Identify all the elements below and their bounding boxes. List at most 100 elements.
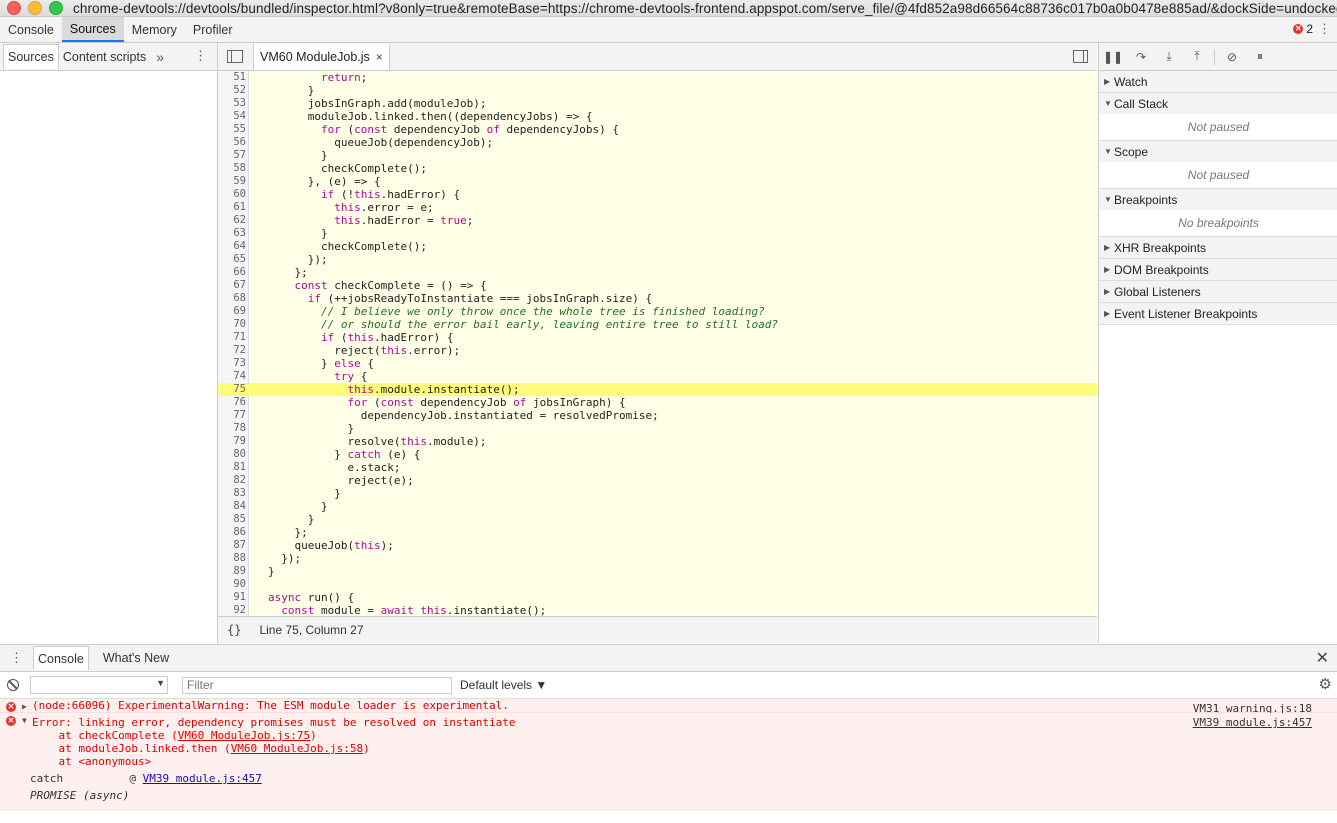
- line-number[interactable]: 75: [218, 383, 246, 396]
- code-line[interactable]: 76 for (const dependencyJob of jobsInGra…: [218, 396, 1097, 409]
- code-line[interactable]: 74 try {: [218, 370, 1097, 383]
- line-number[interactable]: 88: [218, 552, 246, 565]
- pane-header[interactable]: ▶ Global Listeners: [1099, 281, 1337, 302]
- line-number[interactable]: 86: [218, 526, 246, 539]
- tab-drawer-console[interactable]: Console: [33, 646, 89, 670]
- close-drawer-icon[interactable]: ✕: [1316, 648, 1329, 668]
- toggle-debugger-icon[interactable]: [1073, 50, 1088, 63]
- code-line[interactable]: 71 if (this.hadError) {: [218, 331, 1097, 344]
- code-line[interactable]: 80 } catch (e) {: [218, 448, 1097, 461]
- line-number[interactable]: 90: [218, 578, 246, 591]
- message-source-link[interactable]: VM39 module.js:457: [1193, 716, 1312, 729]
- line-number[interactable]: 52: [218, 84, 246, 97]
- line-number[interactable]: 51: [218, 71, 246, 84]
- log-levels-dropdown[interactable]: Default levels ▼: [460, 678, 547, 692]
- filter-input[interactable]: [182, 676, 452, 694]
- tab-navigator-sources[interactable]: Sources: [3, 44, 59, 69]
- pretty-print-button[interactable]: {}: [227, 623, 241, 637]
- code-line[interactable]: 60 if (!this.hadError) {: [218, 188, 1097, 201]
- step-into-icon[interactable]: ⤓: [1155, 43, 1183, 70]
- line-number[interactable]: 83: [218, 487, 246, 500]
- code-line[interactable]: 65 });: [218, 253, 1097, 266]
- line-number[interactable]: 63: [218, 227, 246, 240]
- line-number[interactable]: 55: [218, 123, 246, 136]
- minimize-window-button[interactable]: [28, 1, 42, 15]
- line-number[interactable]: 87: [218, 539, 246, 552]
- step-over-icon[interactable]: ↷: [1127, 43, 1155, 70]
- deactivate-breakpoints-icon[interactable]: ⊘: [1218, 43, 1246, 70]
- line-number[interactable]: 81: [218, 461, 246, 474]
- code-line[interactable]: 90: [218, 578, 1097, 591]
- line-number[interactable]: 62: [218, 214, 246, 227]
- pane-header[interactable]: ▶ DOM Breakpoints: [1099, 259, 1337, 280]
- close-tab-icon[interactable]: ×: [376, 50, 383, 64]
- context-selector[interactable]: [30, 676, 168, 694]
- catch-source-link[interactable]: VM39 module.js:457: [143, 772, 262, 785]
- line-number[interactable]: 56: [218, 136, 246, 149]
- line-number[interactable]: 78: [218, 422, 246, 435]
- clear-console-icon[interactable]: [7, 679, 19, 691]
- tab-profiler[interactable]: Profiler: [185, 17, 241, 42]
- code-line[interactable]: 53 jobsInGraph.add(moduleJob);: [218, 97, 1097, 110]
- code-line[interactable]: 67 const checkComplete = () => {: [218, 279, 1097, 292]
- code-line[interactable]: 52 }: [218, 84, 1097, 97]
- code-line[interactable]: 75 this.module.instantiate();: [218, 383, 1097, 396]
- code-line[interactable]: 59 }, (e) => {: [218, 175, 1097, 188]
- code-line[interactable]: 86 };: [218, 526, 1097, 539]
- line-number[interactable]: 73: [218, 357, 246, 370]
- line-number[interactable]: 70: [218, 318, 246, 331]
- code-line[interactable]: 78 }: [218, 422, 1097, 435]
- line-number[interactable]: 57: [218, 149, 246, 162]
- pane-header[interactable]: ▶ Watch: [1099, 71, 1337, 92]
- code-line[interactable]: 73 } else {: [218, 357, 1097, 370]
- line-number[interactable]: 68: [218, 292, 246, 305]
- code-line[interactable]: 66 };: [218, 266, 1097, 279]
- line-number[interactable]: 84: [218, 500, 246, 513]
- line-number[interactable]: 76: [218, 396, 246, 409]
- line-number[interactable]: 66: [218, 266, 246, 279]
- code-line[interactable]: 56 queueJob(dependencyJob);: [218, 136, 1097, 149]
- pane-header[interactable]: ▼ Breakpoints: [1099, 189, 1337, 210]
- code-line[interactable]: 54 moduleJob.linked.then((dependencyJobs…: [218, 110, 1097, 123]
- line-number[interactable]: 59: [218, 175, 246, 188]
- code-line[interactable]: 72 reject(this.error);: [218, 344, 1097, 357]
- more-menu-icon[interactable]: ⋮: [1318, 21, 1331, 37]
- tab-console[interactable]: Console: [0, 17, 62, 42]
- close-window-button[interactable]: [7, 1, 21, 15]
- code-line[interactable]: 64 checkComplete();: [218, 240, 1097, 253]
- line-number[interactable]: 91: [218, 591, 246, 604]
- navigator-menu-icon[interactable]: ⋮: [194, 48, 207, 64]
- code-area[interactable]: 51 return; 52 } 53 jobsInGraph.add(moduleJ…: [218, 71, 1097, 616]
- line-number[interactable]: 74: [218, 370, 246, 383]
- code-line[interactable]: 82 reject(e);: [218, 474, 1097, 487]
- line-number[interactable]: 82: [218, 474, 246, 487]
- collapse-arrow-icon[interactable]: ▼: [22, 716, 27, 725]
- code-line[interactable]: 81 e.stack;: [218, 461, 1097, 474]
- editor-file-tab[interactable]: VM60 ModuleJob.js ×: [253, 43, 390, 70]
- line-number[interactable]: 67: [218, 279, 246, 292]
- line-number[interactable]: 53: [218, 97, 246, 110]
- code-line[interactable]: 70 // or should the error bail early, le…: [218, 318, 1097, 331]
- tab-whats-new[interactable]: What's New: [99, 646, 173, 671]
- line-number[interactable]: 58: [218, 162, 246, 175]
- code-line[interactable]: 61 this.error = e;: [218, 201, 1097, 214]
- error-counter[interactable]: ✕ 2: [1293, 22, 1313, 36]
- pane-header[interactable]: ▶ XHR Breakpoints: [1099, 237, 1337, 258]
- line-number[interactable]: 54: [218, 110, 246, 123]
- code-line[interactable]: 58 checkComplete();: [218, 162, 1097, 175]
- line-number[interactable]: 72: [218, 344, 246, 357]
- code-line[interactable]: 92 const module = await this.instantiate…: [218, 604, 1097, 616]
- code-line[interactable]: 89}: [218, 565, 1097, 578]
- pause-on-exceptions-icon[interactable]: ⏸: [1246, 43, 1274, 70]
- console-message[interactable]: ✕ ▼ Error: linking error, dependency pro…: [0, 713, 1337, 810]
- code-line[interactable]: 79 resolve(this.module);: [218, 435, 1097, 448]
- code-line[interactable]: 51 return;: [218, 71, 1097, 84]
- code-line[interactable]: 87 queueJob(this);: [218, 539, 1097, 552]
- line-number[interactable]: 71: [218, 331, 246, 344]
- line-number[interactable]: 60: [218, 188, 246, 201]
- stack-link[interactable]: VM60 ModuleJob.js:58: [231, 742, 363, 755]
- code-line[interactable]: 69 // I believe we only throw once the w…: [218, 305, 1097, 318]
- line-number[interactable]: 77: [218, 409, 246, 422]
- expand-arrow-icon[interactable]: ▶: [22, 702, 27, 711]
- code-line[interactable]: 83 }: [218, 487, 1097, 500]
